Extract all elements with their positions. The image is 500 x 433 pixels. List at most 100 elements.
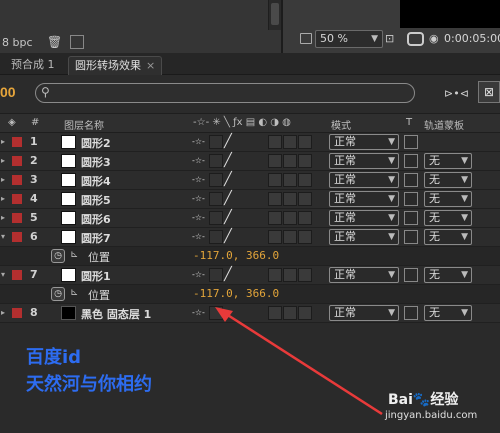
shy-switch-icon[interactable]: -☆- xyxy=(192,173,206,187)
col-mode[interactable]: 模式 xyxy=(331,117,351,132)
collapse-switch[interactable] xyxy=(209,135,223,149)
track-matte-dropdown[interactable]: 无 ▼ xyxy=(424,191,472,207)
layer-row[interactable]: ▸ 1 圆形2 -☆- ╱ 正常 ▼ xyxy=(0,133,500,152)
quality-switch-icon[interactable]: ╱ xyxy=(224,153,232,168)
zoom-dropdown[interactable]: 50 % ▼ xyxy=(315,30,383,48)
fx-switch[interactable] xyxy=(268,135,282,149)
fx-switch[interactable] xyxy=(268,192,282,206)
property-row[interactable]: ◷ ⊾ 位置 -117.0, 366.0 xyxy=(0,285,500,304)
layer-name[interactable]: 圆形4 xyxy=(81,173,111,189)
composition-navigator-icon[interactable]: ⊠ xyxy=(478,81,500,103)
motion-blur-switch[interactable] xyxy=(298,306,312,320)
motion-blur-switch[interactable] xyxy=(298,268,312,282)
frame-blend-switch[interactable] xyxy=(283,306,297,320)
col-track-matte[interactable]: 轨道蒙板 xyxy=(424,117,464,132)
expand-triangle-icon[interactable]: ▸ xyxy=(1,156,5,165)
property-value[interactable]: -117.0, 366.0 xyxy=(193,287,279,300)
layer-row[interactable]: ▸ 5 圆形6 -☆- ╱ 正常 ▼ 无 ▼ xyxy=(0,209,500,228)
frame-blend-switch[interactable] xyxy=(283,192,297,206)
frame-blend-switch[interactable] xyxy=(283,135,297,149)
quality-switch-icon[interactable]: ╱ xyxy=(224,229,232,244)
layer-name[interactable]: 圆形2 xyxy=(81,135,111,151)
layer-row[interactable]: ▾ 7 圆形1 -☆- ╱ 正常 ▼ 无 ▼ xyxy=(0,266,500,285)
layer-name[interactable]: 圆形5 xyxy=(81,192,111,208)
layer-name[interactable]: 圆形3 xyxy=(81,154,111,170)
layer-row[interactable]: ▾ 6 圆形7 -☆- ╱ 正常 ▼ 无 ▼ xyxy=(0,228,500,247)
layer-name[interactable]: 圆形7 xyxy=(81,230,111,246)
stopwatch-icon[interactable]: ◷ xyxy=(51,249,65,263)
shy-switch-icon[interactable]: -☆- xyxy=(192,154,206,168)
blend-mode-dropdown[interactable]: 正常 ▼ xyxy=(329,153,399,169)
trash-icon[interactable]: 🗑 xyxy=(47,35,62,49)
quality-switch-icon[interactable]: ╱ xyxy=(224,191,232,206)
track-matte-dropdown[interactable]: 无 ▼ xyxy=(424,267,472,283)
label-color-swatch[interactable] xyxy=(12,270,22,280)
preserve-transparency-checkbox[interactable] xyxy=(404,154,418,168)
shy-switch-icon[interactable]: -☆- xyxy=(192,211,206,225)
label-color-swatch[interactable] xyxy=(12,175,22,185)
motion-blur-switch[interactable] xyxy=(298,230,312,244)
expand-triangle-icon[interactable]: ▸ xyxy=(1,137,5,146)
frame-blend-switch[interactable] xyxy=(283,230,297,244)
label-color-swatch[interactable] xyxy=(12,156,22,166)
blend-mode-dropdown[interactable]: 正常 ▼ xyxy=(329,305,399,321)
project-scrollbar[interactable] xyxy=(268,0,281,30)
search-input[interactable]: ⚲ xyxy=(35,83,415,103)
motion-blur-switch[interactable] xyxy=(298,135,312,149)
fx-switch[interactable] xyxy=(268,211,282,225)
preserve-transparency-checkbox[interactable] xyxy=(404,268,418,282)
shy-switch-icon[interactable]: -☆- xyxy=(192,306,206,320)
quality-switch-icon[interactable]: ╱ xyxy=(224,172,232,187)
bit-depth-label[interactable]: 8 bpc xyxy=(2,36,33,49)
fx-switch[interactable] xyxy=(268,154,282,168)
frame-blend-switch[interactable] xyxy=(283,211,297,225)
col-t[interactable]: T xyxy=(406,117,412,128)
blend-mode-dropdown[interactable]: 正常 ▼ xyxy=(329,229,399,245)
monitor-icon[interactable] xyxy=(300,33,312,44)
close-icon[interactable]: × xyxy=(146,59,155,72)
collapse-switch[interactable] xyxy=(209,230,223,244)
quality-switch-icon[interactable]: ╱ xyxy=(224,134,232,149)
track-matte-dropdown[interactable]: 无 ▼ xyxy=(424,229,472,245)
blend-mode-dropdown[interactable]: 正常 ▼ xyxy=(329,267,399,283)
collapse-switch[interactable] xyxy=(209,192,223,206)
frame-blend-switch[interactable] xyxy=(283,173,297,187)
label-color-swatch[interactable] xyxy=(12,213,22,223)
track-matte-dropdown[interactable]: 无 ▼ xyxy=(424,210,472,226)
motion-blur-switch[interactable] xyxy=(298,154,312,168)
fx-switch[interactable] xyxy=(268,230,282,244)
preserve-transparency-checkbox[interactable] xyxy=(404,192,418,206)
layer-row[interactable]: ▸ 8 黑色 固态层 1 -☆- 正常 ▼ 无 ▼ xyxy=(0,304,500,323)
layer-row[interactable]: ▸ 2 圆形3 -☆- ╱ 正常 ▼ 无 ▼ xyxy=(0,152,500,171)
panel-option-icon[interactable] xyxy=(70,35,84,49)
shy-switch-icon[interactable]: -☆- xyxy=(192,135,206,149)
preserve-transparency-checkbox[interactable] xyxy=(404,135,418,149)
collapse-triangle-icon[interactable]: ▾ xyxy=(1,232,5,241)
layer-name[interactable]: 圆形1 xyxy=(81,268,111,284)
blend-mode-dropdown[interactable]: 正常 ▼ xyxy=(329,172,399,188)
motion-blur-switch[interactable] xyxy=(298,192,312,206)
quality-switch-icon[interactable]: ╱ xyxy=(224,210,232,225)
blend-mode-dropdown[interactable]: 正常 ▼ xyxy=(329,191,399,207)
label-color-swatch[interactable] xyxy=(12,137,22,147)
preserve-transparency-checkbox[interactable] xyxy=(404,211,418,225)
collapse-triangle-icon[interactable]: ▾ xyxy=(1,270,5,279)
track-matte-dropdown[interactable]: 无 ▼ xyxy=(424,305,472,321)
motion-blur-switch[interactable] xyxy=(298,173,312,187)
current-timecode[interactable]: 0:00:05:00 xyxy=(444,30,500,48)
blend-mode-dropdown[interactable]: 正常 ▼ xyxy=(329,210,399,226)
label-color-swatch[interactable] xyxy=(12,308,22,318)
tab-circle-transition[interactable]: 圆形转场效果 × xyxy=(68,56,163,75)
fx-switch[interactable] xyxy=(268,306,282,320)
stopwatch-icon[interactable]: ◷ xyxy=(51,287,65,301)
shy-switch-icon[interactable]: -☆- xyxy=(192,192,206,206)
col-source-name[interactable]: 图层名称 xyxy=(64,117,104,132)
collapse-switch[interactable] xyxy=(209,306,223,320)
col-number[interactable]: # xyxy=(31,117,39,128)
grid-fit-icon[interactable]: ⊡ xyxy=(385,32,403,46)
graph-icon[interactable]: ⊾ xyxy=(70,287,78,298)
tab-precomp-1[interactable]: 预合成 1 xyxy=(5,56,61,75)
collapse-switch[interactable] xyxy=(209,268,223,282)
motion-blur-switch[interactable] xyxy=(298,211,312,225)
label-color-swatch[interactable] xyxy=(12,232,22,242)
